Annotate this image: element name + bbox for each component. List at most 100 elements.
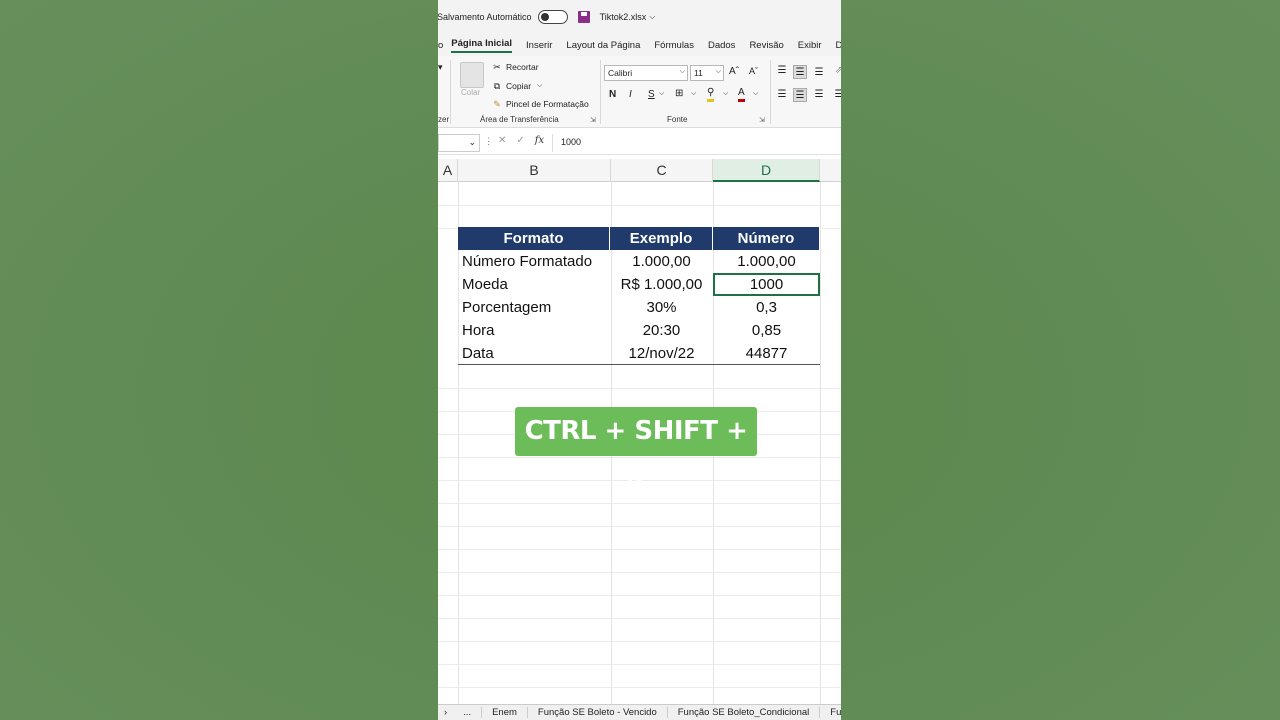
table-row: Número Formatado 1.000,00 1.000,00 bbox=[458, 250, 820, 273]
name-box[interactable]: ⌄ bbox=[438, 134, 480, 152]
autosave-toggle[interactable] bbox=[537, 10, 568, 24]
font-size-select[interactable]: 11 ⌵ bbox=[690, 65, 724, 81]
increase-font-icon[interactable]: Aˆ bbox=[729, 66, 739, 77]
indent-icon[interactable]: ☰ bbox=[832, 88, 841, 102]
align-top-icon[interactable]: ☰ bbox=[775, 64, 789, 78]
align-middle-icon[interactable]: ☰ bbox=[793, 65, 807, 79]
italic-button[interactable]: I bbox=[629, 89, 632, 100]
table-row: Data 12/nov/22 44877 bbox=[458, 342, 820, 365]
table-cell[interactable]: 1.000,00 bbox=[610, 250, 713, 273]
table-cell[interactable]: 0,3 bbox=[713, 296, 820, 319]
tab-de[interactable]: De bbox=[836, 40, 841, 51]
table-cell[interactable]: 1.000,00 bbox=[713, 250, 820, 273]
file-name[interactable]: Tiktok2.xlsx bbox=[600, 12, 647, 22]
decrease-font-icon[interactable]: Aˇ bbox=[749, 66, 758, 76]
header-formato[interactable]: Formato bbox=[458, 227, 610, 250]
bold-button[interactable]: N bbox=[609, 89, 616, 100]
table-cell[interactable]: Porcentagem bbox=[458, 296, 610, 319]
autosave-label: Salvamento Automático bbox=[438, 12, 532, 22]
formula-input[interactable]: 1000 bbox=[552, 134, 841, 152]
fill-color-icon[interactable]: ⚲ bbox=[707, 87, 715, 102]
font-color-icon[interactable]: A bbox=[738, 87, 745, 102]
table-cell[interactable]: Data bbox=[458, 342, 610, 365]
grid-line bbox=[438, 572, 841, 573]
table-cell[interactable]: Número Formatado bbox=[458, 250, 610, 273]
table-cell[interactable]: 20:30 bbox=[610, 319, 713, 342]
insert-function-icon[interactable]: fx bbox=[535, 135, 544, 146]
font-name-select[interactable]: Calibri ⌵ bbox=[604, 65, 688, 81]
align-left-icon[interactable]: ☰ bbox=[775, 88, 789, 102]
grid-line bbox=[438, 549, 841, 550]
keyboard-shortcut-banner: CTRL + SHIFT + 4 bbox=[515, 407, 757, 495]
font-name-value: Calibri bbox=[608, 68, 633, 78]
chevron-down-icon[interactable]: ⌵ bbox=[753, 90, 758, 98]
tab-pagina-inicial[interactable]: Página Inicial bbox=[451, 38, 513, 53]
chevron-down-icon[interactable]: ⌵ bbox=[691, 90, 696, 98]
grid-line bbox=[438, 618, 841, 619]
paste-icon[interactable] bbox=[460, 62, 484, 88]
chevron-down-icon[interactable]: ⌵ bbox=[659, 90, 664, 98]
tab-inserir[interactable]: Inserir bbox=[526, 40, 552, 51]
align-bottom-icon[interactable]: ☰ bbox=[812, 66, 826, 80]
dialog-launcher-icon[interactable]: ⇲ bbox=[590, 116, 596, 124]
align-right-icon[interactable]: ☰ bbox=[812, 88, 826, 102]
table-row: Hora 20:30 0,85 bbox=[458, 319, 820, 342]
ribbon-arrow-icon[interactable]: ▾ bbox=[438, 62, 443, 73]
sheet-tab-more[interactable]: ... bbox=[453, 707, 483, 718]
column-header-c[interactable]: C bbox=[611, 159, 713, 182]
chevron-down-icon[interactable]: ⌵ bbox=[649, 12, 655, 22]
grid-line bbox=[438, 526, 841, 527]
tab-cut-left[interactable]: o bbox=[438, 40, 443, 51]
tab-revisao[interactable]: Revisão bbox=[749, 40, 783, 51]
header-numero[interactable]: Número bbox=[713, 227, 820, 250]
header-exemplo[interactable]: Exemplo bbox=[610, 227, 713, 250]
table-cell[interactable]: 30% bbox=[610, 296, 713, 319]
table-cell[interactable]: Moeda bbox=[458, 273, 610, 296]
toggle-knob bbox=[540, 13, 549, 21]
orientation-icon[interactable]: ⇗ bbox=[832, 64, 841, 78]
copy-button[interactable]: ⧉ Copiar ⌵ bbox=[492, 81, 543, 91]
scroll-left-icon[interactable]: › bbox=[438, 707, 453, 718]
active-cell[interactable]: 1000 bbox=[713, 273, 820, 296]
grid-line bbox=[438, 388, 841, 389]
column-header-b[interactable]: B bbox=[458, 159, 611, 182]
table-cell[interactable]: R$ 1.000,00 bbox=[610, 273, 713, 296]
borders-icon[interactable]: ⊞ bbox=[675, 88, 683, 99]
chevron-down-icon[interactable]: ⌵ bbox=[537, 82, 542, 90]
chevron-down-icon[interactable]: ⌵ bbox=[723, 90, 728, 98]
format-painter-button[interactable]: ✎ Pincel de Formatação bbox=[492, 99, 589, 109]
paintbrush-icon: ✎ bbox=[493, 99, 501, 109]
paste-label: Colar bbox=[461, 88, 481, 97]
sheet-tab-funcao-se-boleto-vencido[interactable]: Função SE Boleto - Vencido bbox=[528, 707, 668, 718]
underline-button[interactable]: S bbox=[648, 89, 655, 100]
save-icon[interactable] bbox=[577, 11, 590, 23]
chevron-down-icon[interactable]: ⌄ bbox=[468, 137, 476, 148]
dialog-launcher-icon[interactable]: ⇲ bbox=[759, 116, 765, 124]
grid-line bbox=[438, 664, 841, 665]
copy-label: Copiar bbox=[506, 81, 532, 91]
column-header-a[interactable]: A bbox=[438, 159, 458, 182]
tab-formulas[interactable]: Fórmulas bbox=[654, 40, 694, 51]
table-cell[interactable]: 44877 bbox=[713, 342, 820, 365]
column-header-d[interactable]: D bbox=[713, 159, 820, 182]
sheet-tab-funcao-se-boleto-condicional[interactable]: Função SE Boleto_Condicional bbox=[668, 707, 821, 718]
enter-icon[interactable]: ✓ bbox=[516, 135, 524, 146]
table-cell[interactable]: 12/nov/22 bbox=[610, 342, 713, 365]
cancel-icon[interactable]: ✕ bbox=[498, 135, 506, 146]
group-label-cut: zer bbox=[438, 115, 450, 124]
font-size-value: 11 bbox=[694, 68, 703, 78]
cut-button[interactable]: ✂ Recortar bbox=[492, 62, 538, 72]
table-cell[interactable]: 0,85 bbox=[713, 319, 820, 342]
tab-exibir[interactable]: Exibir bbox=[798, 40, 822, 51]
more-options-icon[interactable]: ⋮ bbox=[484, 136, 493, 147]
format-painter-label: Pincel de Formatação bbox=[506, 99, 589, 109]
sheet-tab-funcao[interactable]: Funçã bbox=[820, 707, 841, 718]
font-group-label: Fonte bbox=[667, 115, 688, 124]
sheet-tab-enem[interactable]: Enem bbox=[482, 707, 528, 718]
tab-dados[interactable]: Dados bbox=[708, 40, 735, 51]
table-cell[interactable]: Hora bbox=[458, 319, 610, 342]
chevron-down-icon: ⌵ bbox=[715, 68, 721, 75]
align-center-icon[interactable]: ☰ bbox=[793, 88, 807, 102]
excel-window: Salvamento Automático Tiktok2.xlsx ⌵ o P… bbox=[438, 0, 841, 720]
tab-layout-da-pagina[interactable]: Layout da Página bbox=[566, 40, 640, 51]
